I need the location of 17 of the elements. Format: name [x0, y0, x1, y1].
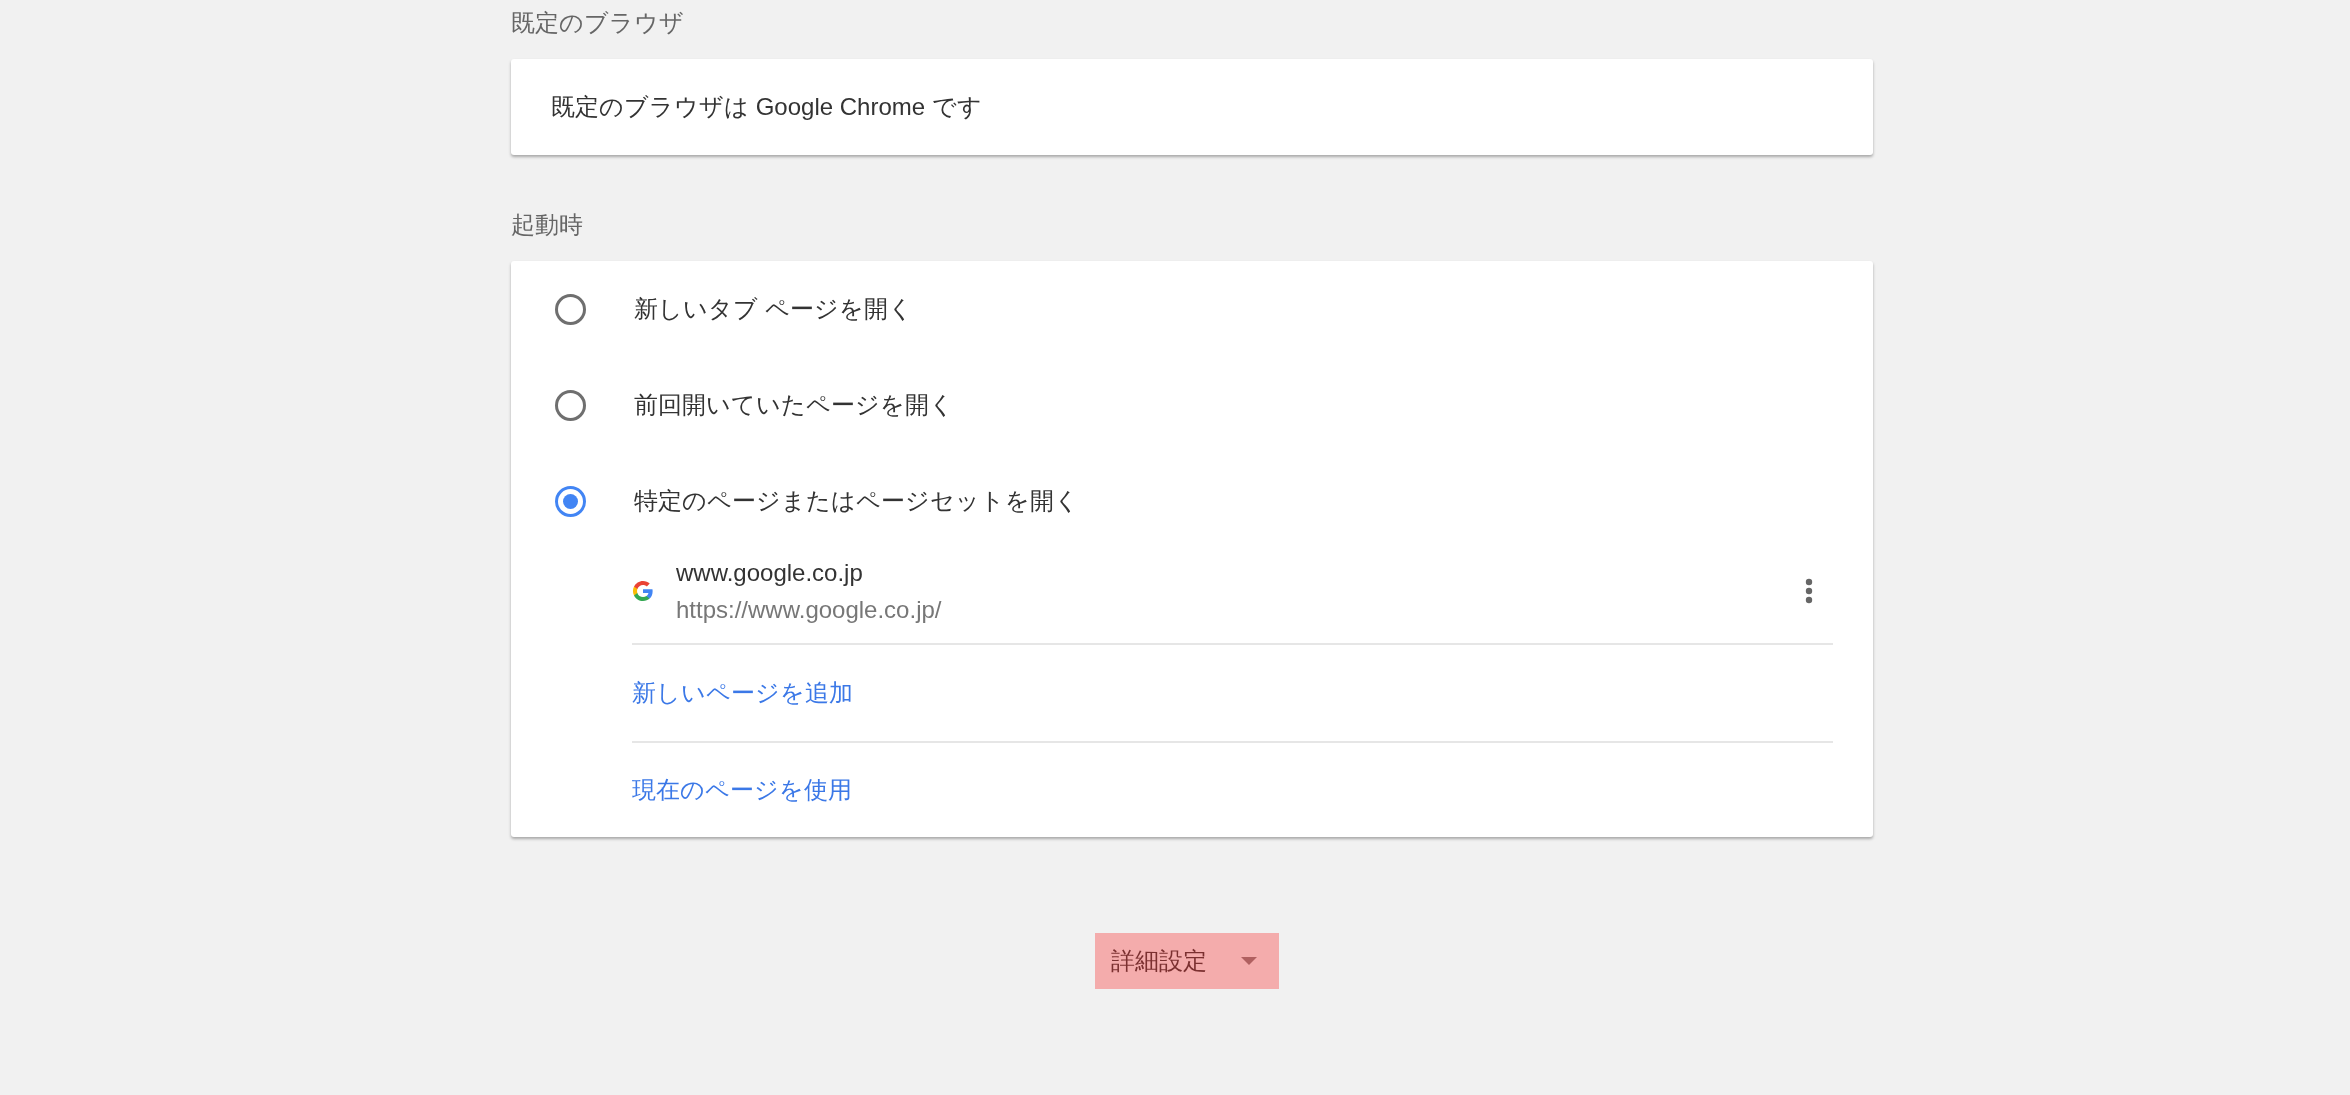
site-favicon-icon	[632, 580, 654, 603]
section-heading: 既定のブラウザ	[511, 11, 685, 35]
page-url: https://www.google.co.jp/	[676, 595, 943, 626]
radio-button[interactable]	[555, 389, 586, 421]
radio-button[interactable]	[555, 293, 586, 325]
option-label[interactable]: 前回開いていたページを開く	[634, 387, 954, 423]
option-label[interactable]: 新しいタブ ページを開く	[634, 291, 913, 327]
default-browser-text: 既定のブラウザは Google Chrome です	[551, 92, 982, 122]
more-options-icon[interactable]	[1805, 578, 1813, 605]
caret-icon	[1241, 957, 1257, 966]
radio-button[interactable]	[555, 485, 586, 517]
option-label[interactable]: 特定のページまたはページセットを開く	[634, 483, 1079, 519]
link[interactable]: 現在のページを使用	[632, 772, 852, 809]
section-heading: 起動時	[511, 213, 584, 237]
link[interactable]: 新しいページを追加	[632, 675, 853, 712]
advanced-settings-button[interactable]: 詳細設定	[1095, 933, 1279, 990]
page-title: www.google.co.jp	[676, 558, 864, 588]
